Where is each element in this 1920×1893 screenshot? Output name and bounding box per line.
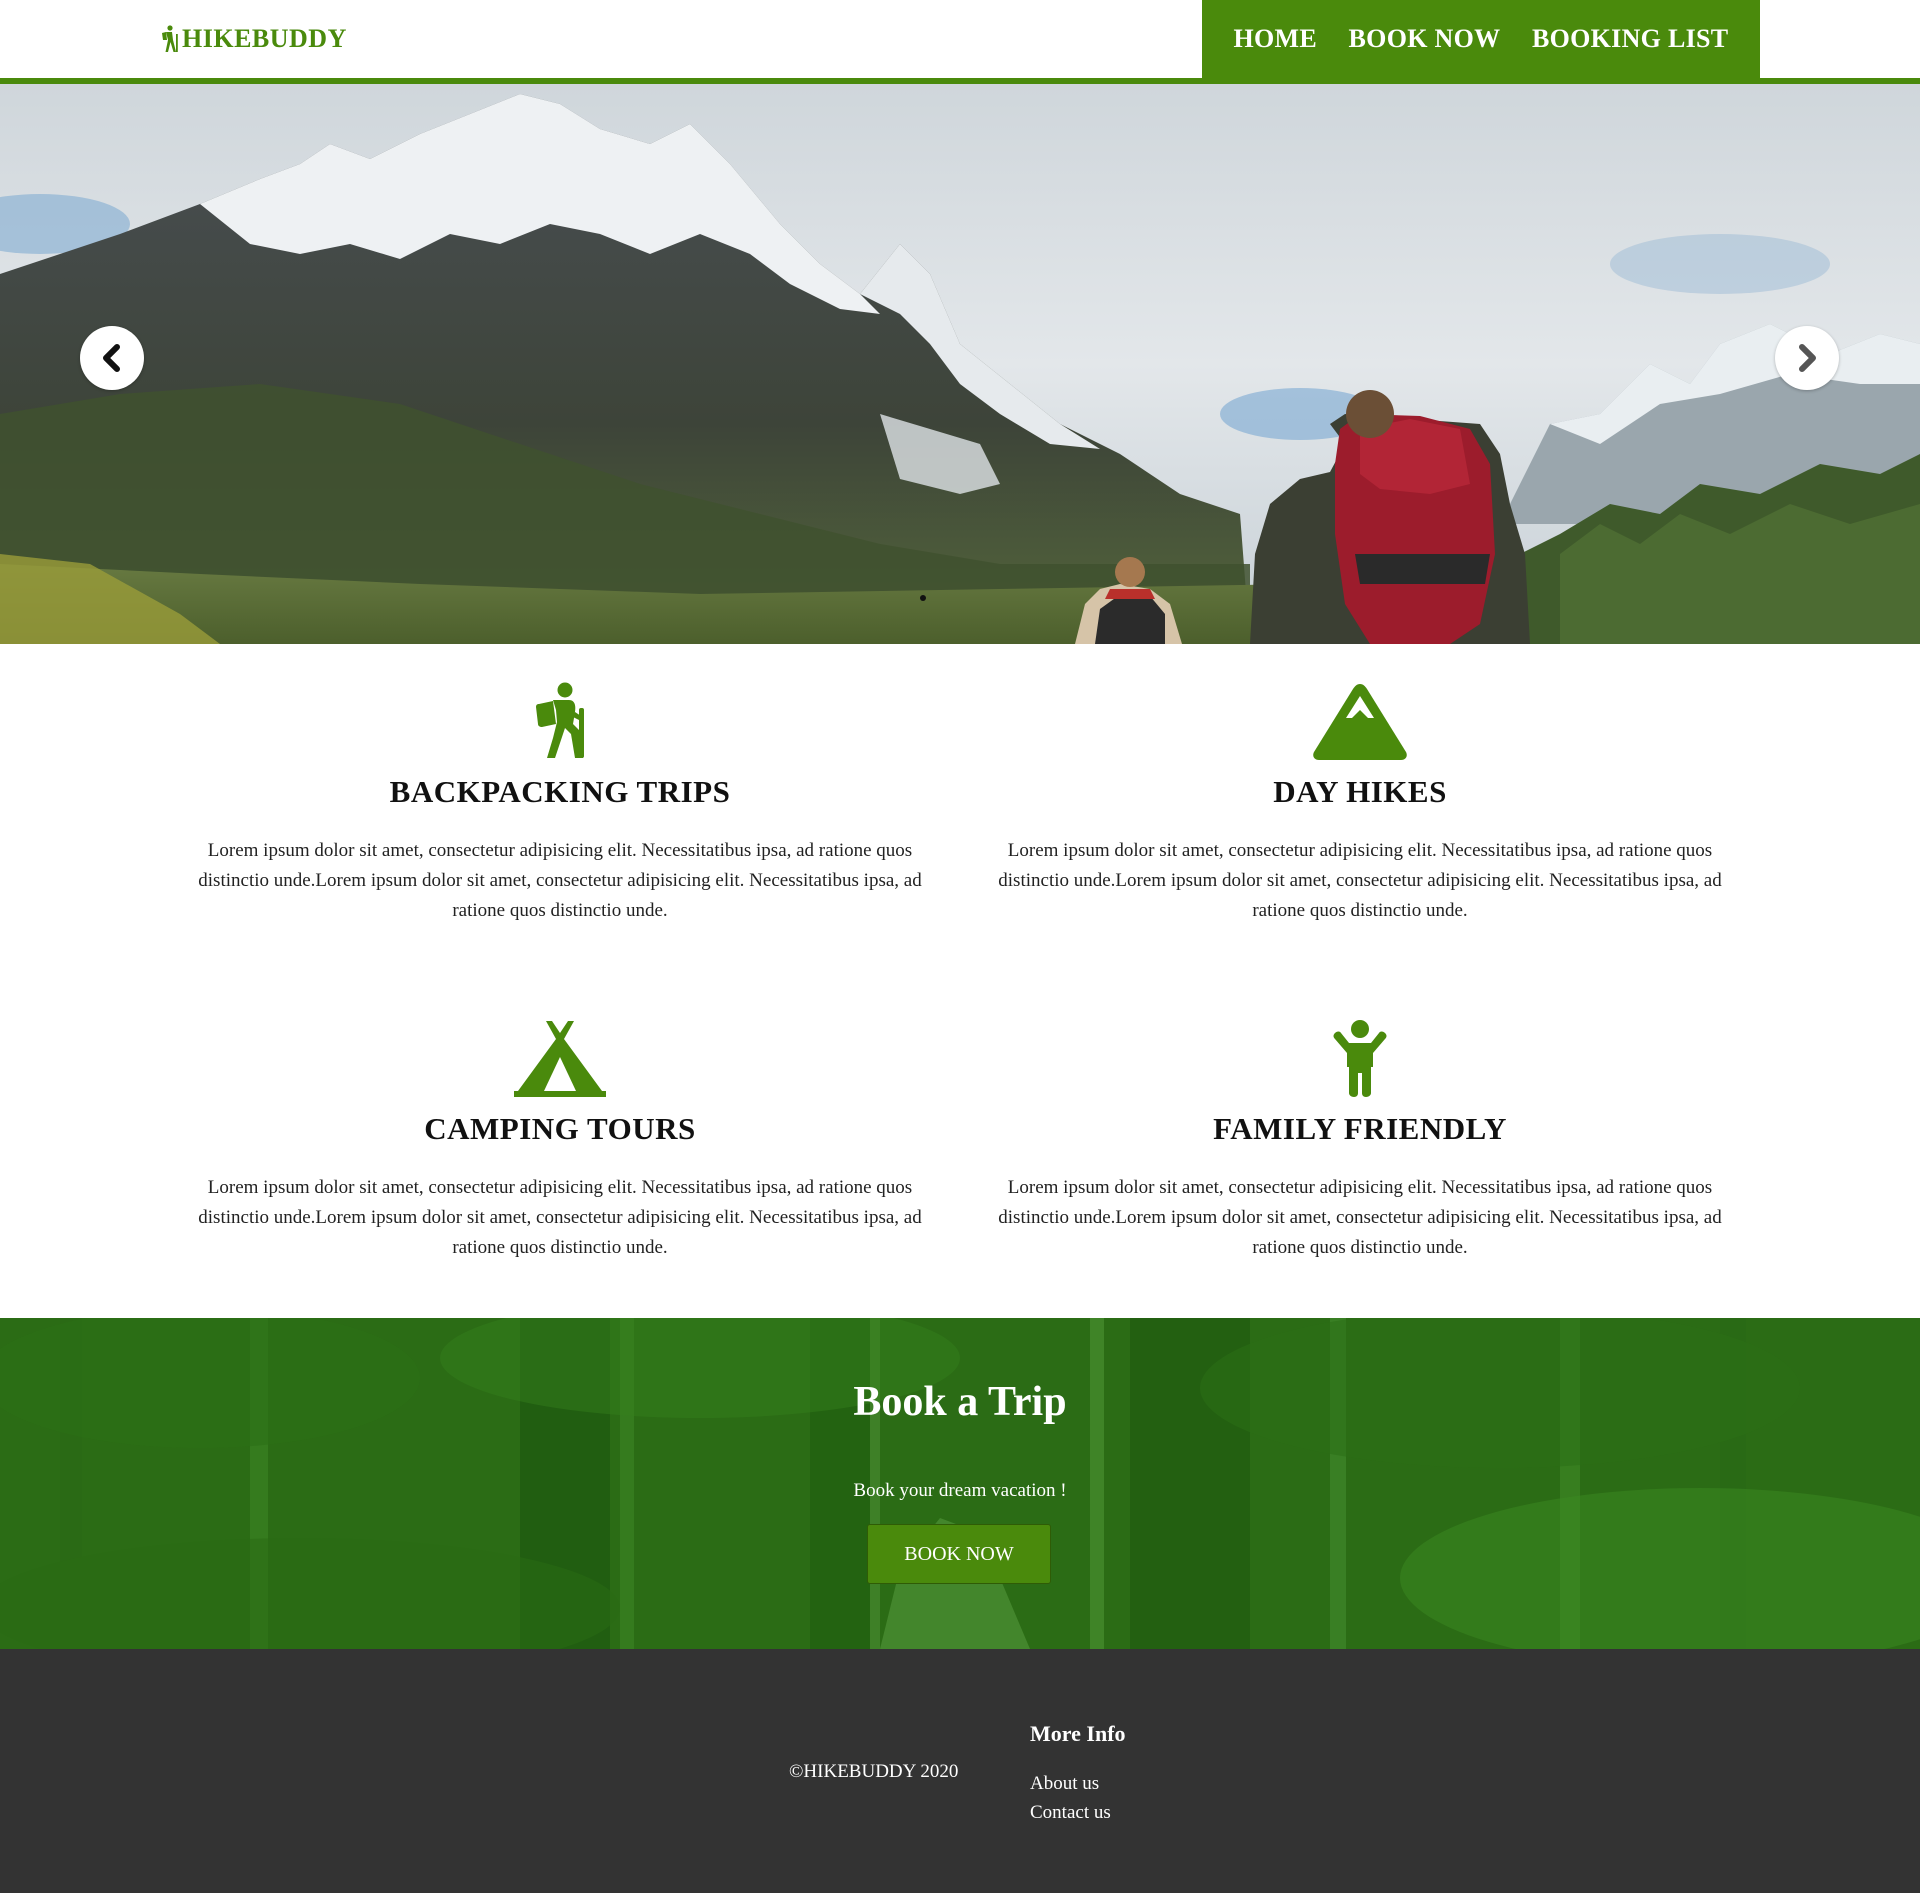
feature-camping: CAMPING TOURS Lorem ipsum dolor sit amet… xyxy=(180,1017,940,1263)
book-trip-section: Book a Trip Book your dream vacation ! B… xyxy=(0,1318,1920,1649)
footer-link-contact-us[interactable]: Contact us xyxy=(1030,1798,1126,1827)
hero-carousel xyxy=(0,84,1920,644)
footer-links: About us Contact us xyxy=(1030,1769,1126,1827)
book-trip-title: Book a Trip xyxy=(853,1379,1067,1425)
carousel-prev-button[interactable] xyxy=(80,326,144,390)
feature-day-hikes: DAY HIKES Lorem ipsum dolor sit amet, co… xyxy=(980,680,1740,926)
carousel-indicator[interactable] xyxy=(920,595,926,601)
more-info-title: More Info xyxy=(1030,1721,1126,1746)
book-now-button[interactable]: BOOK NOW xyxy=(867,1524,1051,1584)
book-trip-subtitle: Book your dream vacation ! xyxy=(853,1480,1067,1501)
feature-title: FAMILY FRIENDLY xyxy=(1213,1111,1507,1146)
feature-backpacking: BACKPACKING TRIPS Lorem ipsum dolor sit … xyxy=(180,680,940,926)
feature-title: BACKPACKING TRIPS xyxy=(389,774,731,809)
site-footer: ©HIKEBUDDY 2020 More Info About us Conta… xyxy=(0,1649,1920,1893)
copyright-text: ©HIKEBUDDY 2020 xyxy=(789,1761,959,1782)
feature-description: Lorem ipsum dolor sit amet, consectetur … xyxy=(198,1177,922,1258)
child-icon xyxy=(980,1017,1740,1097)
book-trip-content: Book a Trip Book your dream vacation ! B… xyxy=(0,1318,1920,1649)
chevron-right-icon xyxy=(1792,343,1822,373)
site-header: HIKEBUDDY HOME BOOK NOW BOOKING LIST xyxy=(0,0,1920,78)
brand-logo[interactable]: HIKEBUDDY xyxy=(158,22,347,56)
feature-description: Lorem ipsum dolor sit amet, consectetur … xyxy=(998,840,1722,921)
brand-name: HIKEBUDDY xyxy=(182,24,347,53)
footer-link-about-us[interactable]: About us xyxy=(1030,1769,1126,1798)
hiker-icon xyxy=(180,680,940,760)
feature-family-friendly: FAMILY FRIENDLY Lorem ipsum dolor sit am… xyxy=(980,1017,1740,1263)
hero-mountain-image xyxy=(0,84,1920,644)
tent-icon xyxy=(180,1017,940,1097)
carousel-next-button[interactable] xyxy=(1775,326,1839,390)
hiker-logo-icon xyxy=(158,25,180,53)
feature-title: DAY HIKES xyxy=(1273,774,1447,809)
nav-book-now[interactable]: BOOK NOW xyxy=(1349,24,1501,54)
feature-description: Lorem ipsum dolor sit amet, consectetur … xyxy=(998,1177,1722,1258)
chevron-left-icon xyxy=(97,343,127,373)
feature-title: CAMPING TOURS xyxy=(424,1111,696,1146)
nav-home[interactable]: HOME xyxy=(1234,24,1318,54)
feature-description: Lorem ipsum dolor sit amet, consectetur … xyxy=(198,840,922,921)
mountain-icon xyxy=(980,680,1740,760)
main-nav: HOME BOOK NOW BOOKING LIST xyxy=(1202,0,1760,78)
nav-booking-list[interactable]: BOOKING LIST xyxy=(1532,24,1729,54)
more-info-column: More Info About us Contact us xyxy=(1030,1721,1126,1827)
